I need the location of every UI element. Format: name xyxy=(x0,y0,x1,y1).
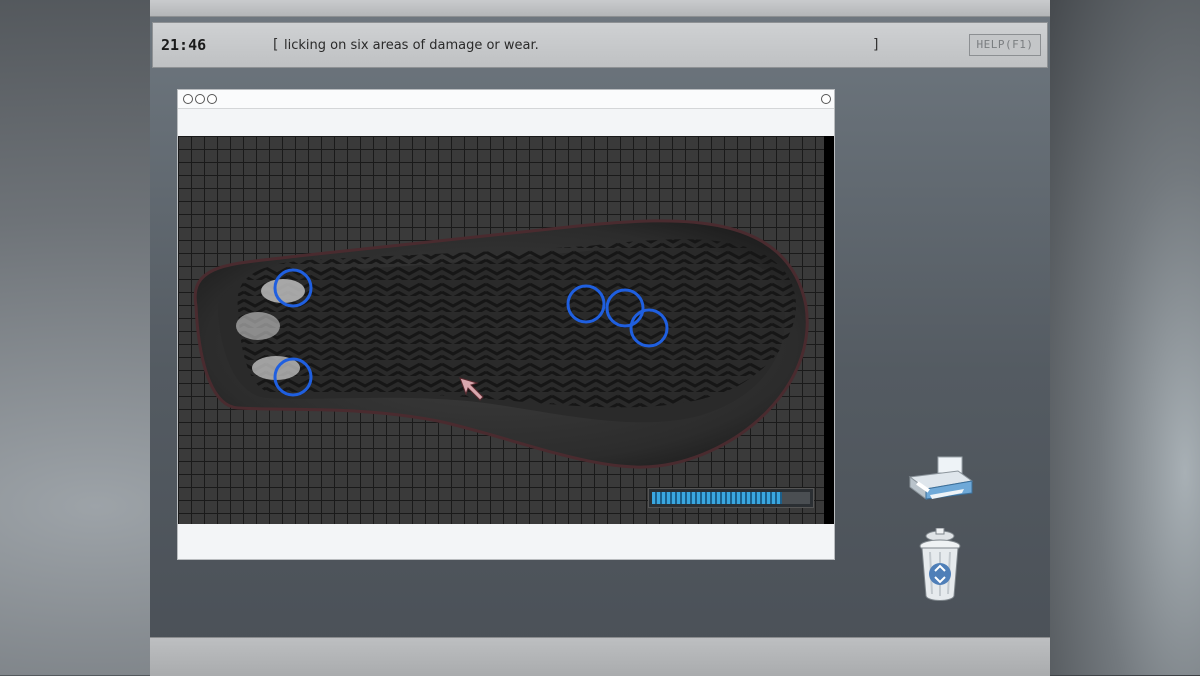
printer-icon[interactable] xyxy=(906,455,976,510)
window-toolbar-area xyxy=(178,109,834,136)
background-right xyxy=(1050,0,1200,675)
header-bar: 21:46 [ licking on six areas of damage o… xyxy=(152,22,1048,68)
message-bracket-open: [ xyxy=(273,37,279,53)
window-option-dot-icon[interactable] xyxy=(821,94,831,104)
scan-progress-bar xyxy=(648,488,814,508)
instruction-message: licking on six areas of damage or wear. xyxy=(284,38,539,53)
window-close-dot-icon[interactable] xyxy=(183,94,193,104)
shoe-sole-scene xyxy=(193,219,809,469)
window-titlebar xyxy=(178,90,834,109)
window-footer-area xyxy=(178,524,834,559)
progress-fill xyxy=(652,492,782,504)
help-button[interactable]: HELP(F1) xyxy=(969,34,1041,56)
clock: 21:46 xyxy=(161,36,207,54)
measurement-grid xyxy=(178,136,824,524)
window-maximize-dot-icon[interactable] xyxy=(207,94,217,104)
scan-viewport[interactable] xyxy=(178,136,834,524)
progress-track xyxy=(652,492,810,504)
bottom-frame-strip xyxy=(150,637,1050,676)
message-bracket-close: ] xyxy=(873,37,879,53)
window-minimize-dot-icon[interactable] xyxy=(195,94,205,104)
recycle-bin-icon[interactable] xyxy=(916,527,964,606)
evidence-window xyxy=(177,89,835,560)
top-frame-strip xyxy=(150,0,1050,17)
computer-screen: 21:46 [ licking on six areas of damage o… xyxy=(150,0,1050,676)
